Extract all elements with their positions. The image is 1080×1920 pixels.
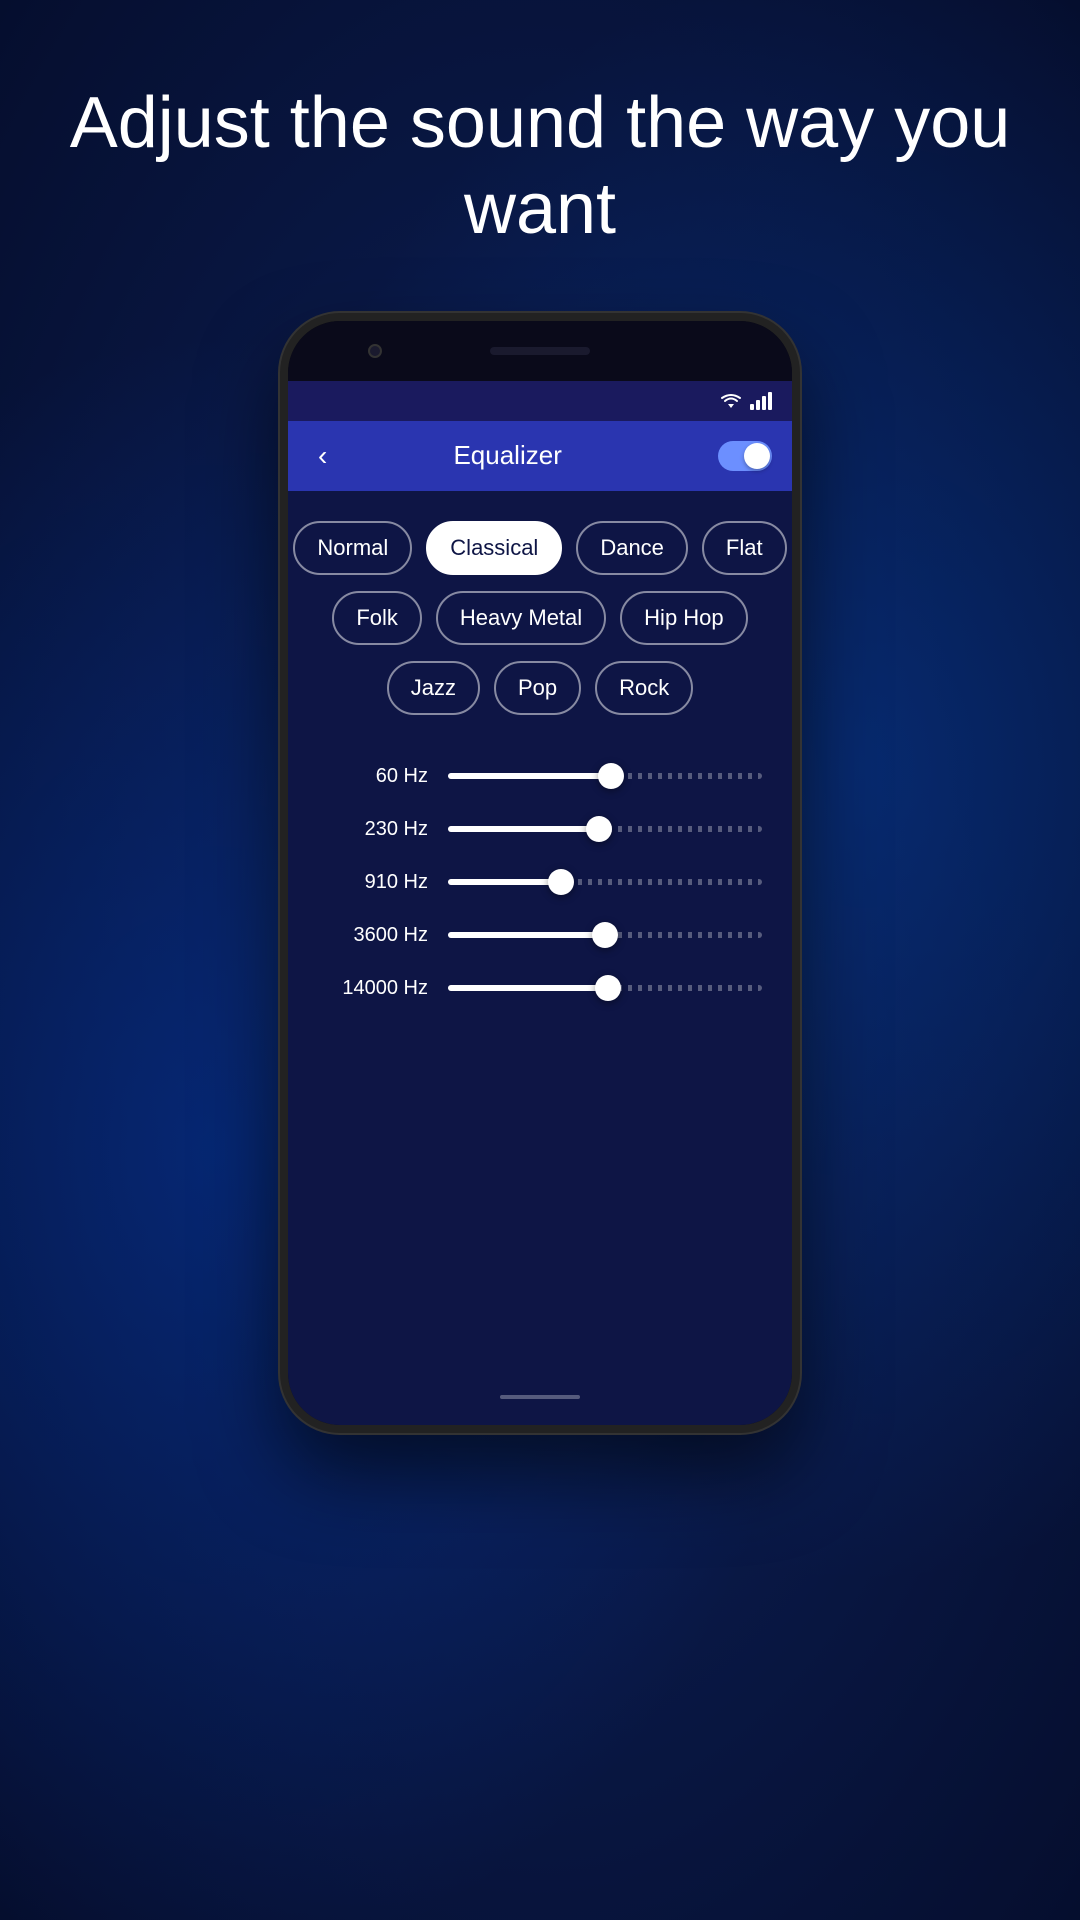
status-icons xyxy=(720,392,772,410)
preset-row-1: Normal Classical Dance Flat xyxy=(308,521,772,575)
app-header: ‹ Equalizer xyxy=(288,421,792,491)
slider-14000hz-track[interactable] xyxy=(448,985,762,991)
preset-dance[interactable]: Dance xyxy=(576,521,688,575)
preset-row-2: Folk Heavy Metal Hip Hop xyxy=(308,591,772,645)
slider-60hz-track[interactable] xyxy=(448,773,762,779)
preset-pop[interactable]: Pop xyxy=(494,661,581,715)
phone-top xyxy=(288,321,792,381)
screen-title: Equalizer xyxy=(347,440,668,471)
slider-3600hz-track[interactable] xyxy=(448,932,762,938)
slider-230hz-track[interactable] xyxy=(448,826,762,832)
preset-rock[interactable]: Rock xyxy=(595,661,693,715)
slider-230hz: 230 Hz xyxy=(318,818,762,841)
slider-910hz: 910 Hz xyxy=(318,871,762,894)
slider-230hz-label: 230 Hz xyxy=(318,818,428,841)
status-bar xyxy=(288,381,792,421)
slider-14000hz: 14000 Hz xyxy=(318,977,762,1000)
wifi-icon xyxy=(720,392,742,410)
slider-60hz-label: 60 Hz xyxy=(318,765,428,788)
equalizer-toggle[interactable] xyxy=(718,441,772,471)
slider-3600hz-label: 3600 Hz xyxy=(318,924,428,947)
preset-folk[interactable]: Folk xyxy=(332,591,422,645)
slider-3600hz-thumb[interactable] xyxy=(592,922,618,948)
page-headline: Adjust the sound the way you want xyxy=(0,0,1080,313)
phone-speaker xyxy=(490,347,590,355)
slider-60hz: 60 Hz xyxy=(318,765,762,788)
slider-14000hz-thumb[interactable] xyxy=(595,975,621,1001)
preset-normal[interactable]: Normal xyxy=(293,521,412,575)
preset-hip-hop[interactable]: Hip Hop xyxy=(620,591,747,645)
preset-row-3: Jazz Pop Rock xyxy=(308,661,772,715)
preset-classical[interactable]: Classical xyxy=(426,521,562,575)
back-button[interactable]: ‹ xyxy=(308,430,337,482)
app-content: Normal Classical Dance Flat Folk Heavy M… xyxy=(288,491,792,1385)
equalizer-sliders: 60 Hz 230 Hz 910 Hz xyxy=(308,755,772,1010)
phone-mockup: ‹ Equalizer Normal Classical Dance Flat … xyxy=(280,313,800,1433)
front-camera xyxy=(368,344,382,358)
slider-14000hz-label: 14000 Hz xyxy=(318,977,428,1000)
preset-heavy-metal[interactable]: Heavy Metal xyxy=(436,591,606,645)
preset-buttons-section: Normal Classical Dance Flat Folk Heavy M… xyxy=(308,521,772,715)
preset-jazz[interactable]: Jazz xyxy=(387,661,480,715)
signal-icon xyxy=(750,392,772,410)
slider-60hz-thumb[interactable] xyxy=(598,763,624,789)
home-indicator xyxy=(500,1395,580,1399)
slider-910hz-track[interactable] xyxy=(448,879,762,885)
slider-3600hz: 3600 Hz xyxy=(318,924,762,947)
slider-910hz-thumb[interactable] xyxy=(548,869,574,895)
preset-flat[interactable]: Flat xyxy=(702,521,787,575)
phone-bottom xyxy=(288,1385,792,1425)
slider-230hz-thumb[interactable] xyxy=(586,816,612,842)
slider-910hz-label: 910 Hz xyxy=(318,871,428,894)
